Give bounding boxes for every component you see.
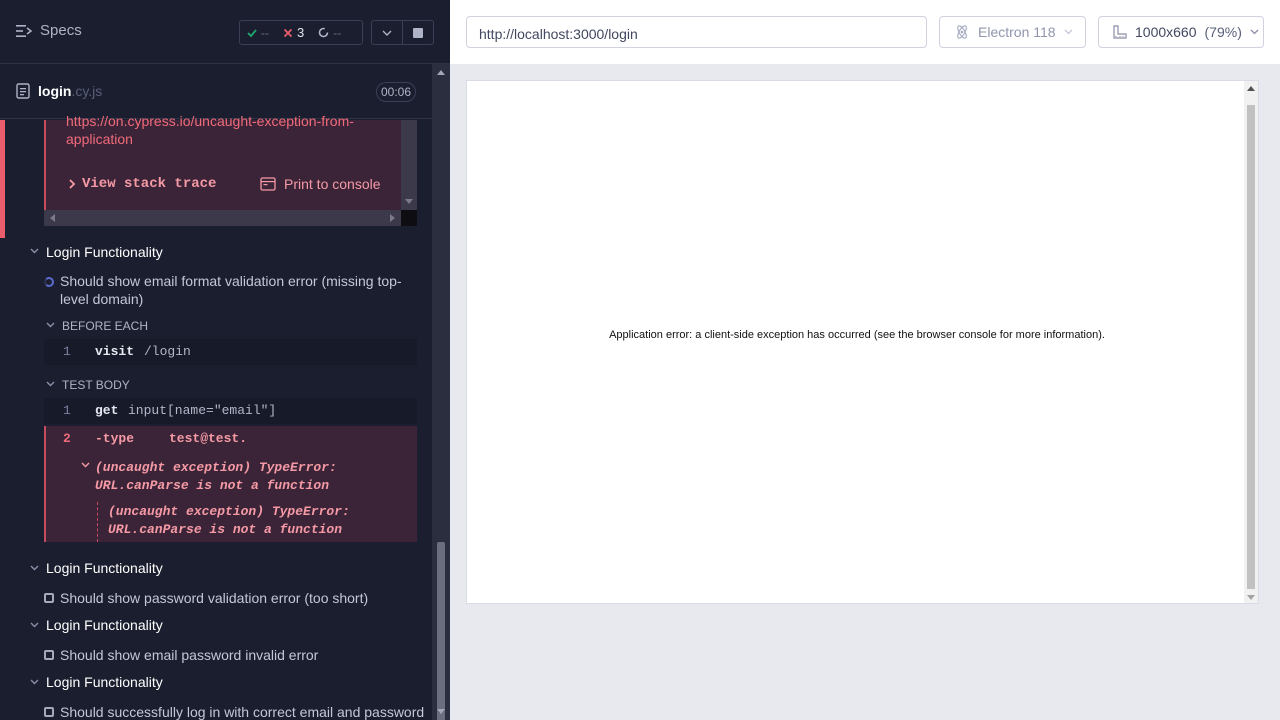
command-number: 1 bbox=[63, 344, 71, 359]
passed-count: -- bbox=[261, 25, 269, 40]
browser-selector[interactable]: Electron 118 bbox=[939, 16, 1086, 48]
chevron-down-icon bbox=[382, 30, 392, 36]
spec-extension: .cy.js bbox=[71, 83, 103, 99]
spec-name: login bbox=[38, 83, 72, 99]
pending-count: -- bbox=[333, 25, 342, 40]
application-error-message: Application error: a client-side excepti… bbox=[609, 329, 1105, 341]
command-row[interactable]: 1 get input[name="email"] bbox=[44, 398, 417, 424]
test-title[interactable]: Should show email password invalid error bbox=[60, 646, 318, 664]
failed-command-block[interactable]: 2 -type test@test. (uncaught exception) … bbox=[44, 426, 417, 542]
command-name: get bbox=[95, 403, 119, 418]
pending-test-icon bbox=[44, 593, 54, 603]
specs-button[interactable]: Specs bbox=[16, 22, 82, 39]
error-docs-link[interactable]: https://on.cypress.io/uncaught-exception… bbox=[66, 112, 376, 148]
failed-command-number: 2 bbox=[63, 431, 71, 446]
test-title[interactable]: Should show email format validation erro… bbox=[60, 272, 410, 308]
before-each-label[interactable]: BEFORE EACH bbox=[62, 319, 148, 333]
frame-scrollbar[interactable] bbox=[1244, 81, 1258, 603]
console-icon bbox=[260, 177, 276, 191]
expand-collapse-button[interactable] bbox=[371, 20, 403, 45]
scroll-up-arrow[interactable] bbox=[1247, 86, 1255, 91]
test-title[interactable]: Should show password validation error (t… bbox=[60, 589, 368, 607]
chevron-down-icon[interactable] bbox=[30, 248, 39, 254]
viewport-scale: (79%) bbox=[1204, 24, 1242, 40]
check-icon bbox=[247, 28, 257, 37]
passed-stat: -- bbox=[240, 26, 276, 40]
test-title[interactable]: Should successfully log in with correct … bbox=[60, 703, 424, 720]
test-body-label[interactable]: TEST BODY bbox=[62, 378, 130, 392]
viewport-info[interactable]: 1000x660 (79%) bbox=[1098, 16, 1264, 48]
stop-icon bbox=[413, 27, 423, 38]
scrollbar-thumb[interactable] bbox=[1247, 105, 1255, 589]
test-stats: -- 3 -- bbox=[239, 20, 363, 45]
document-icon bbox=[16, 83, 30, 99]
print-to-console-label: Print to console bbox=[284, 176, 381, 192]
error-vertical-scrollbar[interactable] bbox=[401, 120, 417, 210]
scrollbar-thumb[interactable] bbox=[437, 542, 445, 720]
pending-icon bbox=[318, 27, 329, 38]
uncaught-exception-message[interactable]: (uncaught exception) TypeError: URL.canP… bbox=[95, 459, 355, 495]
command-arg: /login bbox=[144, 344, 191, 359]
pending-test-icon bbox=[44, 650, 54, 660]
chevron-down-icon[interactable] bbox=[46, 322, 55, 328]
suite-title[interactable]: Login Functionality bbox=[46, 560, 163, 576]
x-icon bbox=[283, 28, 293, 37]
view-stack-trace-button[interactable]: View stack trace bbox=[68, 176, 216, 192]
spec-file-row: login.cy.js 00:06 bbox=[0, 65, 432, 119]
chevron-down-icon[interactable] bbox=[81, 462, 90, 468]
nested-log-divider bbox=[97, 502, 98, 542]
suite-title[interactable]: Login Functionality bbox=[46, 674, 163, 690]
command-row[interactable]: 1 visit /login bbox=[44, 339, 417, 365]
failed-count: 3 bbox=[297, 25, 305, 40]
reporter-panel: Specs -- 3 -- login.cy.js 00:06 https://… bbox=[0, 0, 450, 720]
chevron-down-icon[interactable] bbox=[30, 679, 39, 685]
running-icon bbox=[44, 277, 54, 287]
scroll-down-arrow[interactable] bbox=[437, 709, 445, 714]
spec-duration: 00:06 bbox=[376, 82, 417, 102]
view-stack-trace-label: View stack trace bbox=[82, 176, 217, 192]
nested-exception-message[interactable]: (uncaught exception) TypeError: URL.canP… bbox=[108, 503, 368, 539]
chevron-down-icon[interactable] bbox=[46, 381, 55, 387]
aut-header: http://localhost:3000/login Electron 118… bbox=[450, 0, 1280, 64]
specs-list-icon bbox=[16, 24, 32, 37]
pending-stat: -- bbox=[311, 26, 348, 40]
app-under-test-frame: Application error: a client-side excepti… bbox=[466, 80, 1259, 604]
browser-name: Electron 118 bbox=[978, 24, 1056, 40]
electron-icon bbox=[957, 25, 967, 39]
chevron-right-icon bbox=[69, 179, 76, 189]
chevron-down-icon[interactable] bbox=[30, 622, 39, 628]
suite-title[interactable]: Login Functionality bbox=[46, 244, 163, 260]
suite-title[interactable]: Login Functionality bbox=[46, 617, 163, 633]
command-number: 1 bbox=[63, 403, 71, 418]
scroll-up-arrow[interactable] bbox=[437, 70, 445, 75]
spec-file[interactable]: login.cy.js bbox=[16, 83, 102, 99]
command-name: visit bbox=[95, 344, 135, 359]
ruler-icon bbox=[1113, 25, 1127, 39]
failed-command-arg: test@test. bbox=[169, 431, 248, 446]
reporter-scrollbar[interactable] bbox=[432, 64, 450, 720]
chevron-down-icon[interactable] bbox=[30, 565, 39, 571]
chevron-down-icon bbox=[1250, 29, 1259, 35]
chevron-down-icon bbox=[1064, 29, 1073, 35]
scroll-down-arrow[interactable] bbox=[1247, 595, 1255, 600]
stop-button[interactable] bbox=[403, 20, 434, 45]
command-arg: input[name="email"] bbox=[128, 403, 277, 418]
failed-stat: 3 bbox=[276, 25, 311, 40]
pending-test-icon bbox=[44, 707, 54, 717]
failed-test-indicator bbox=[0, 120, 5, 238]
error-horizontal-scrollbar[interactable] bbox=[44, 210, 401, 226]
reporter-header: Specs -- 3 -- bbox=[0, 0, 450, 64]
scrollbar-corner bbox=[401, 210, 417, 226]
failed-command-name: -type bbox=[95, 431, 135, 446]
print-to-console-button[interactable]: Print to console bbox=[260, 176, 381, 192]
specs-label: Specs bbox=[40, 22, 82, 39]
viewport-size: 1000x660 bbox=[1135, 24, 1197, 40]
url-bar[interactable]: http://localhost:3000/login bbox=[466, 16, 927, 48]
